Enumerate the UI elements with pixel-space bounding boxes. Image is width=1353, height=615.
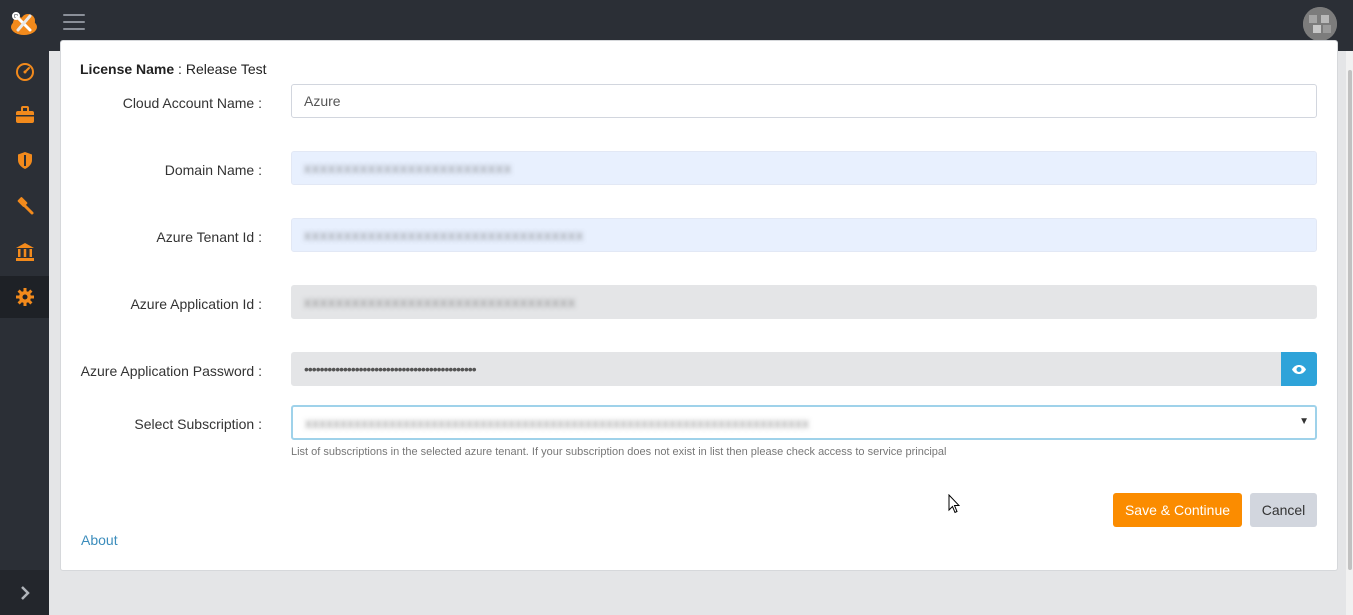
about-link[interactable]: About (81, 532, 118, 548)
bank-icon (15, 243, 34, 261)
save-and-continue-button[interactable]: Save & Continue (1113, 493, 1242, 527)
hamburger-icon[interactable] (63, 14, 85, 34)
azure-application-password-value: ••••••••••••••••••••••••••••••••••••••••… (304, 361, 477, 377)
subscription-select[interactable]: xxxxxxxxxxxxxxxxxxxxxxxxxxxxxxxxxxxxxxxx… (291, 405, 1317, 440)
license-name: License Name : Release Test (80, 61, 267, 77)
sidebar-item-tools[interactable] (0, 185, 49, 227)
subscription-select-value: xxxxxxxxxxxxxxxxxxxxxxxxxxxxxxxxxxxxxxxx… (305, 414, 809, 431)
azure-application-id-label: Azure Application Id : (130, 296, 262, 312)
license-name-label: License Name (80, 61, 175, 77)
eye-icon (1292, 364, 1306, 374)
domain-name-value: xxxxxxxxxxxxxxxxxxxxxxxxxx (304, 160, 512, 176)
sidebar-item-dashboard[interactable] (0, 51, 49, 93)
license-name-value: Release Test (185, 61, 267, 77)
cloud-account-name-input[interactable]: Azure (291, 84, 1317, 118)
license-name-separator: : (174, 61, 186, 77)
azure-tenant-id-label: Azure Tenant Id : (156, 229, 262, 245)
wrench-cloud-logo-icon[interactable] (8, 10, 40, 38)
page-scrollbar-thumb[interactable] (1348, 70, 1352, 570)
sidebar (0, 51, 49, 615)
cloud-account-name-value: Azure (304, 93, 341, 109)
azure-tenant-id-input[interactable]: xxxxxxxxxxxxxxxxxxxxxxxxxxxxxxxxxxx (291, 218, 1317, 252)
select-subscription-label: Select Subscription : (134, 416, 262, 432)
domain-name-label: Domain Name : (164, 162, 262, 178)
hammer-icon (17, 197, 33, 215)
mouse-pointer-icon (948, 494, 960, 514)
show-password-button[interactable] (1281, 352, 1317, 386)
azure-application-password-input[interactable]: ••••••••••••••••••••••••••••••••••••••••… (291, 352, 1281, 386)
domain-name-input[interactable]: xxxxxxxxxxxxxxxxxxxxxxxxxx (291, 151, 1317, 185)
sidebar-expand-button[interactable] (0, 570, 49, 615)
chevron-right-icon (20, 585, 30, 600)
caret-down-icon: ▼ (1299, 416, 1309, 427)
subscription-help-text: List of subscriptions in the selected az… (291, 446, 947, 458)
dashboard-gauge-icon (15, 63, 34, 81)
user-avatar[interactable] (1303, 7, 1337, 41)
azure-tenant-id-value: xxxxxxxxxxxxxxxxxxxxxxxxxxxxxxxxxxx (304, 227, 584, 243)
cancel-button[interactable]: Cancel (1250, 493, 1317, 527)
azure-application-password-label: Azure Application Password : (80, 363, 262, 379)
azure-application-id-input: xxxxxxxxxxxxxxxxxxxxxxxxxxxxxxxxxx (291, 285, 1317, 319)
cloud-account-name-label: Cloud Account Name : (122, 95, 262, 111)
azure-application-id-value: xxxxxxxxxxxxxxxxxxxxxxxxxxxxxxxxxx (304, 294, 576, 310)
